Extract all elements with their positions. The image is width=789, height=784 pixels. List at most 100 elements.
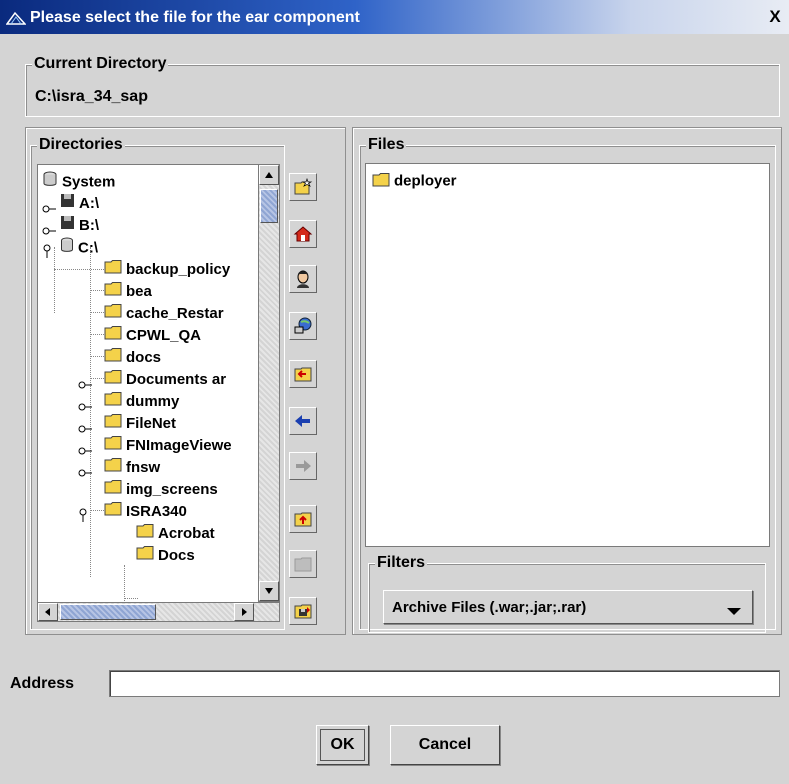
chevron-down-icon[interactable] [726,604,742,621]
directory-tree[interactable]: System A:\ B:\ C:\ backup_policy bea cac… [37,164,259,622]
tree-item-label: Documents ar [126,371,227,388]
folder-icon [104,435,122,457]
address-input[interactable] [109,670,780,697]
tree-item[interactable]: dummy [78,391,179,413]
expand-handle-icon[interactable] [42,199,56,213]
tree-item-label: System [62,173,116,191]
home-button[interactable] [289,220,317,248]
file-item-label: deployer [394,172,457,190]
tree-item[interactable]: docs [104,347,161,369]
user-home-button[interactable] [289,265,317,293]
new-folder-button[interactable] [289,173,317,201]
save-folder-icon [294,604,312,619]
scroll-up-icon [265,172,273,178]
tree-item[interactable]: backup_policy [104,259,230,281]
parent-folder-button[interactable] [289,505,317,533]
folder-icon [104,347,122,369]
ok-button[interactable]: OK [316,725,369,765]
network-icon [294,317,312,334]
expand-handle-icon[interactable] [78,375,92,389]
scroll-thumb[interactable] [60,604,156,620]
tree-item[interactable]: FileNet [78,413,176,435]
folder-icon [136,523,154,545]
folder-icon [104,303,122,325]
tree-item[interactable]: cache_Restar [104,303,224,325]
folder-icon [136,545,154,567]
tree-item-label: C:\ [78,239,98,257]
database-icon [42,171,58,194]
file-list[interactable]: deployer [365,163,770,547]
scroll-left-button[interactable] [38,603,58,621]
tree-item[interactable]: bea [104,281,152,303]
floppy-disk-icon [60,193,75,215]
parent-folder-icon [294,512,312,527]
directories-label: Directories [37,135,125,155]
tree-horizontal-scrollbar[interactable] [37,602,280,622]
home-icon [293,226,313,242]
collapse-handle-icon[interactable] [42,243,56,258]
tree-item-label: cache_Restar [126,305,224,322]
floppy-disk-icon [60,215,75,237]
current-directory-label: Current Directory [32,54,169,74]
tree-item[interactable]: C:\ [42,237,98,259]
scroll-right-icon [242,608,247,616]
tree-item[interactable]: ISRA340 [78,501,187,523]
tree-item-label: FNImageViewe [126,437,232,454]
new-folder-icon [294,178,313,195]
tree-item[interactable]: fnsw [78,457,160,479]
list-item[interactable]: deployer [372,172,457,191]
return-folder-button[interactable] [289,360,317,388]
collapse-handle-icon[interactable] [78,507,92,522]
tree-item[interactable]: FNImageViewe [78,435,232,457]
scroll-left-icon [45,608,50,616]
filters-label: Filters [375,553,428,573]
expand-handle-icon[interactable] [78,463,92,477]
expand-handle-icon[interactable] [42,221,56,235]
current-directory-path: C:\isra_34_sap [35,88,148,105]
scroll-down-button[interactable] [259,581,279,601]
tree-item-label: CPWL_QA [126,327,201,344]
tree-item[interactable]: B:\ [42,215,99,237]
tree-item[interactable]: System [42,171,115,193]
folder-icon [104,325,122,347]
tree-item[interactable]: Documents ar [78,369,226,391]
disabled-folder-icon [294,557,312,572]
folder-icon [104,413,122,435]
network-button[interactable] [289,312,317,340]
scroll-right-button[interactable] [234,603,254,621]
expand-handle-icon[interactable] [78,419,92,433]
tree-item[interactable]: CPWL_QA [104,325,201,347]
tree-item-label: A:\ [79,195,99,212]
folder-icon [104,369,122,391]
filter-selected-value: Archive Files (.war;.jar;.rar) [392,599,587,616]
forward-button[interactable] [289,452,317,480]
back-button[interactable] [289,407,317,435]
filter-dropdown[interactable]: Archive Files (.war;.jar;.rar) [383,590,753,624]
tree-item[interactable]: img_screens [104,479,218,501]
tree-item-label: backup_policy [126,261,231,278]
folder-icon [104,479,122,501]
title-bar[interactable]: Please select the file for the ear compo… [0,0,789,34]
tree-item[interactable]: Docs [136,545,195,567]
scroll-up-button[interactable] [259,165,279,185]
tree-item[interactable]: Acrobat [136,523,215,545]
app-logo-icon [5,11,27,30]
tree-item[interactable]: A:\ [42,193,99,215]
return-folder-icon [294,367,312,382]
save-folder-button[interactable] [289,597,317,625]
window-title: Please select the file for the ear compo… [30,9,360,26]
folder-icon [372,172,390,191]
user-profile-icon [297,270,309,288]
disabled-folder-button[interactable] [289,550,317,578]
scroll-thumb[interactable] [260,189,278,223]
tree-vertical-scrollbar[interactable] [259,164,280,602]
close-button[interactable]: X [767,8,783,26]
expand-handle-icon[interactable] [78,397,92,411]
folder-icon [104,259,122,281]
cancel-button[interactable]: Cancel [390,725,500,765]
folder-icon [104,391,122,413]
tree-item-label: img_screens [126,481,218,498]
expand-handle-icon[interactable] [78,441,92,455]
tree-item-label: bea [126,283,152,300]
tree-item-label: ISRA340 [126,503,187,520]
